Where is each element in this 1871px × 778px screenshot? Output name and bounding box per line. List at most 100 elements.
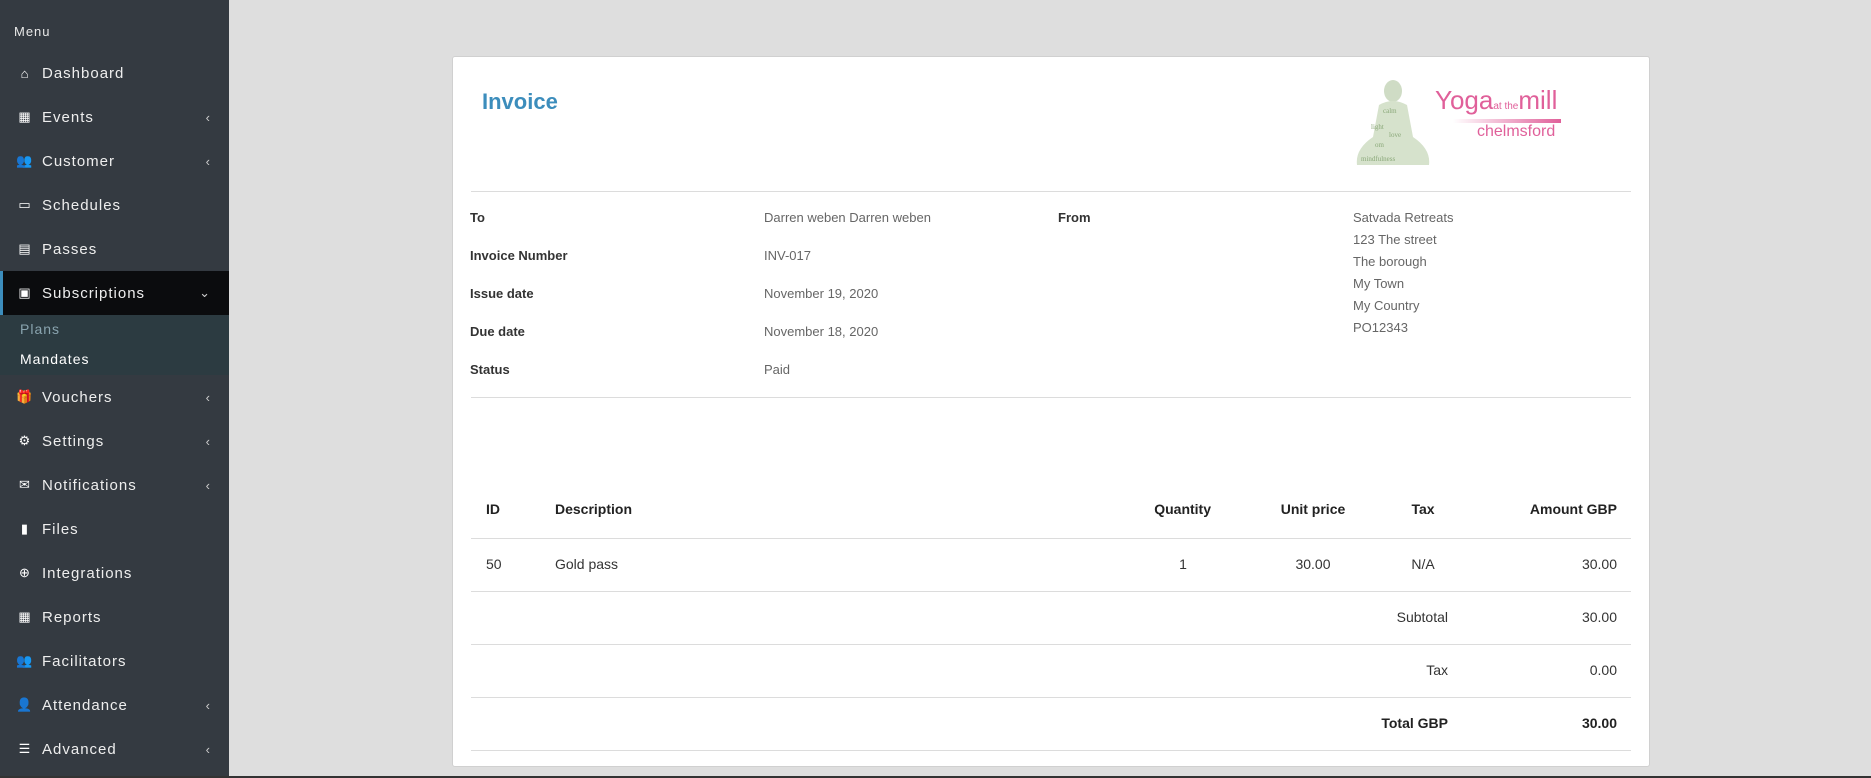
sidebar-item-facilitators[interactable]: 👥 Facilitators bbox=[0, 639, 229, 683]
detail-label: Status bbox=[470, 362, 510, 377]
sidebar: Menu ⌂ Dashboard ▦ Events ‹ 👥 Customer ‹ ▭ Schedu… bbox=[0, 0, 229, 778]
sidebar-item-label: Notifications bbox=[42, 476, 137, 494]
cogs-icon: ⚙ bbox=[18, 433, 32, 448]
from-line: My Country bbox=[1353, 298, 1420, 313]
col-description: Description bbox=[555, 501, 633, 517]
company-logo: calm light love om mindfulness Yogaat themil… bbox=[1353, 77, 1573, 172]
sidebar-item-settings[interactable]: ⚙ Settings ‹ bbox=[0, 419, 229, 463]
page-title: Invoice bbox=[482, 89, 558, 114]
file-icon: ▮ bbox=[20, 521, 30, 536]
col-id: ID bbox=[486, 501, 500, 517]
row-unit-price: 30.00 bbox=[1295, 556, 1331, 572]
chevron-icon: ⌄ bbox=[199, 285, 211, 300]
sidebar-item-label: Reports bbox=[42, 608, 102, 626]
sidebar-item-dashboard[interactable]: ⌂ Dashboard bbox=[0, 51, 229, 95]
users-icon: 👥 bbox=[16, 153, 34, 168]
users-icon: 👥 bbox=[16, 653, 34, 668]
detail-value: November 19, 2020 bbox=[764, 286, 879, 301]
from-line: My Town bbox=[1353, 276, 1405, 291]
col-amount: Amount GBP bbox=[1529, 501, 1617, 517]
calendar-icon: ▦ bbox=[18, 109, 32, 124]
sidebar-item-label: Customer bbox=[42, 152, 116, 170]
sidebar-item-label: Integrations bbox=[42, 564, 133, 582]
detail-label: Issue date bbox=[470, 286, 534, 301]
tax-value: 0.00 bbox=[1589, 662, 1617, 678]
sidebar-item-integrations[interactable]: ⊕ Integrations bbox=[0, 551, 229, 595]
subtotal-label: Subtotal bbox=[1396, 609, 1448, 625]
row-quantity: 1 bbox=[1179, 556, 1187, 572]
chevron-icon: ‹ bbox=[205, 153, 211, 169]
chevron-icon: ‹ bbox=[205, 697, 211, 713]
submenu-item-plans[interactable]: Plans bbox=[20, 321, 60, 337]
row-id: 50 bbox=[486, 556, 502, 572]
sidebar-item-label: Facilitators bbox=[42, 652, 127, 670]
sidebar-item-events[interactable]: ▦ Events ‹ bbox=[0, 95, 229, 139]
sidebar-item-vouchers[interactable]: 🎁 Vouchers ‹ bbox=[0, 375, 229, 419]
sidebar-item-label: Subscriptions bbox=[42, 284, 146, 302]
logo-town: chelmsford bbox=[1477, 123, 1556, 140]
detail-value: INV-017 bbox=[764, 248, 811, 263]
submenu-item-mandates[interactable]: Mandates bbox=[20, 351, 89, 367]
col-tax: Tax bbox=[1411, 501, 1435, 517]
detail-value: November 18, 2020 bbox=[764, 324, 879, 339]
user-plus-icon: 👤 bbox=[16, 697, 34, 712]
sidebar-item-attendance[interactable]: 👤 Attendance ‹ bbox=[0, 683, 229, 727]
row-amount: 30.00 bbox=[1581, 556, 1617, 572]
col-unit-price: Unit price bbox=[1280, 501, 1346, 517]
sidebar-item-label: Attendance bbox=[42, 696, 128, 714]
invoice-card: Invoice calm light love om mindfulness Yogaa… bbox=[452, 56, 1650, 767]
envelope-icon: ✉ bbox=[19, 477, 31, 492]
svg-text:mindfulness: mindfulness bbox=[1361, 155, 1395, 163]
plus-circle-icon: ⊕ bbox=[19, 565, 31, 580]
gift-icon: 🎁 bbox=[16, 389, 34, 404]
svg-text:love: love bbox=[1389, 131, 1401, 139]
row-description: Gold pass bbox=[555, 556, 619, 572]
svg-text:om: om bbox=[1375, 141, 1385, 149]
sidebar-item-reports[interactable]: ▦ Reports bbox=[0, 595, 229, 639]
sidebar-item-notifications[interactable]: ✉ Notifications ‹ bbox=[0, 463, 229, 507]
svg-text:light: light bbox=[1371, 123, 1384, 131]
sidebar-item-label: Advanced bbox=[42, 740, 117, 758]
from-label: From bbox=[1058, 210, 1091, 225]
row-tax: N/A bbox=[1411, 556, 1435, 572]
detail-label: Due date bbox=[470, 324, 525, 339]
chevron-icon: ‹ bbox=[205, 109, 211, 125]
sidebar-item-schedules[interactable]: ▭ Schedules bbox=[0, 183, 229, 227]
server-icon: ☰ bbox=[18, 741, 32, 756]
from-line: 123 The street bbox=[1353, 232, 1437, 247]
chevron-icon: ‹ bbox=[205, 433, 211, 449]
tax-label: Tax bbox=[1426, 662, 1448, 678]
logo-text-small: at the bbox=[1493, 101, 1519, 112]
detail-label: To bbox=[470, 210, 485, 225]
home-icon: ⌂ bbox=[20, 65, 30, 81]
sidebar-item-subscriptions[interactable]: ▣ Subscriptions ⌄ bbox=[0, 271, 229, 315]
file-text-icon: ▤ bbox=[18, 241, 32, 256]
from-line: PO12343 bbox=[1353, 320, 1408, 335]
detail-value: Paid bbox=[764, 362, 791, 377]
sidebar-item-advanced[interactable]: ☰ Advanced ‹ bbox=[0, 727, 229, 771]
chevron-icon: ‹ bbox=[205, 741, 211, 757]
logo-text: Yoga bbox=[1435, 85, 1494, 115]
chevron-icon: ‹ bbox=[205, 477, 211, 493]
sidebar-item-customer[interactable]: 👥 Customer ‹ bbox=[0, 139, 229, 183]
sidebar-item-passes[interactable]: ▤ Passes bbox=[0, 227, 229, 271]
sidebar-item-label: Passes bbox=[42, 240, 98, 258]
sidebar-item-label: Files bbox=[42, 520, 79, 538]
subscriptions-submenu: Plans Mandates bbox=[0, 315, 229, 375]
chevron-icon: ‹ bbox=[205, 389, 211, 405]
calendar-empty-icon: ▭ bbox=[18, 197, 32, 212]
sidebar-item-label: Vouchers bbox=[42, 388, 113, 406]
from-line: The borough bbox=[1353, 254, 1427, 269]
sidebar-item-label: Schedules bbox=[42, 196, 122, 214]
detail-label: Invoice Number bbox=[470, 248, 568, 263]
sidebar-item-files[interactable]: ▮ Files bbox=[0, 507, 229, 551]
subtotal-value: 30.00 bbox=[1581, 609, 1617, 625]
detail-value: Darren weben Darren weben bbox=[764, 210, 931, 225]
total-value: 30.00 bbox=[1581, 715, 1617, 731]
svg-text:calm: calm bbox=[1383, 107, 1397, 115]
id-card-icon: ▣ bbox=[18, 285, 32, 300]
menu-heading: Menu bbox=[14, 24, 51, 39]
buddha-logo-icon: calm light loveom mindfulness bbox=[1356, 80, 1430, 165]
col-quantity: Quantity bbox=[1154, 501, 1211, 517]
sidebar-item-label: Settings bbox=[42, 432, 105, 450]
